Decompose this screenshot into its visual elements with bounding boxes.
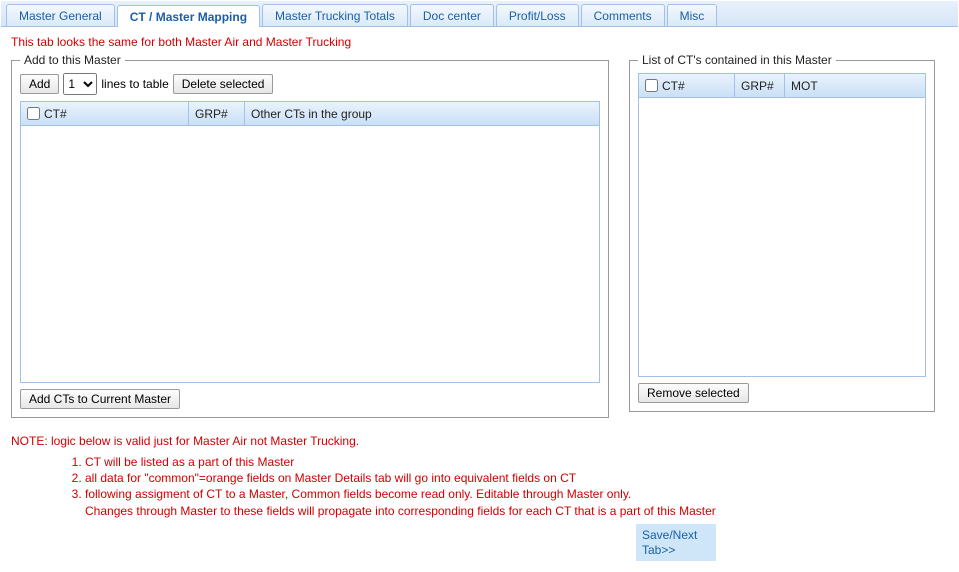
add-grid-col-ct[interactable]: CT# (21, 102, 189, 125)
add-toolbar: Add 1 lines to table Delete selected (20, 73, 600, 95)
list-grid-col-ct[interactable]: CT# (639, 74, 735, 97)
list-grid-col-mot[interactable]: MOT (785, 74, 925, 97)
add-to-master-group: Add to this Master Add 1 lines to table … (11, 53, 609, 418)
save-next-tab-button[interactable]: Save/Next Tab>> (636, 524, 716, 561)
bottom-note-heading: NOTE: logic below is valid just for Mast… (11, 434, 948, 448)
list-grid-col-grp-label: GRP# (741, 79, 774, 93)
add-grid: CT# GRP# Other CTs in the group (20, 101, 600, 383)
add-grid-header: CT# GRP# Other CTs in the group (21, 102, 599, 126)
tab-master-general[interactable]: Master General (6, 4, 115, 26)
add-grid-col-ct-label: CT# (44, 107, 67, 121)
tab-doc-center[interactable]: Doc center (410, 4, 494, 26)
tab-panel: This tab looks the same for both Master … (1, 27, 958, 571)
bottom-note-extra: Changes through Master to these fields w… (11, 503, 948, 519)
list-grid-col-mot-label: MOT (791, 79, 818, 93)
lines-label: lines to table (101, 77, 168, 91)
list-grid-body (639, 98, 925, 376)
list-grid-header: CT# GRP# MOT (639, 74, 925, 98)
list-cts-group: List of CT's contained in this Master CT… (629, 53, 935, 412)
list-cts-legend: List of CT's contained in this Master (638, 53, 836, 67)
tab-master-trucking-totals[interactable]: Master Trucking Totals (262, 4, 408, 26)
list-grid-select-all-checkbox[interactable] (645, 79, 658, 92)
lines-select[interactable]: 1 (63, 73, 97, 95)
add-grid-select-all-checkbox[interactable] (27, 107, 40, 120)
list-grid-col-ct-label: CT# (662, 79, 685, 93)
bottom-note: NOTE: logic below is valid just for Mast… (11, 434, 948, 519)
list-grid-col-grp[interactable]: GRP# (735, 74, 785, 97)
tab-misc[interactable]: Misc (667, 4, 718, 26)
add-grid-col-grp-label: GRP# (195, 107, 228, 121)
list-grid: CT# GRP# MOT (638, 73, 926, 377)
tabstrip: Master General CT / Master Mapping Maste… (1, 1, 958, 27)
add-to-master-legend: Add to this Master (20, 53, 125, 67)
bottom-note-item-2: all data for "common"=orange fields on M… (85, 470, 948, 486)
add-cts-to-master-button[interactable]: Add CTs to Current Master (20, 389, 180, 409)
add-grid-col-other-label: Other CTs in the group (251, 107, 372, 121)
remove-selected-button[interactable]: Remove selected (638, 383, 749, 403)
tab-ct-master-mapping[interactable]: CT / Master Mapping (117, 5, 260, 27)
delete-selected-button[interactable]: Delete selected (173, 74, 274, 94)
bottom-note-list: CT will be listed as a part of this Mast… (11, 454, 948, 503)
top-note: This tab looks the same for both Master … (11, 35, 948, 49)
add-button[interactable]: Add (20, 74, 59, 94)
add-grid-body (21, 126, 599, 382)
add-grid-col-grp[interactable]: GRP# (189, 102, 245, 125)
add-grid-col-other[interactable]: Other CTs in the group (245, 102, 599, 125)
bottom-note-item-1: CT will be listed as a part of this Mast… (85, 454, 948, 470)
tab-profit-loss[interactable]: Profit/Loss (496, 4, 579, 26)
bottom-note-item-3: following assigment of CT to a Master, C… (85, 486, 948, 502)
tab-comments[interactable]: Comments (581, 4, 665, 26)
